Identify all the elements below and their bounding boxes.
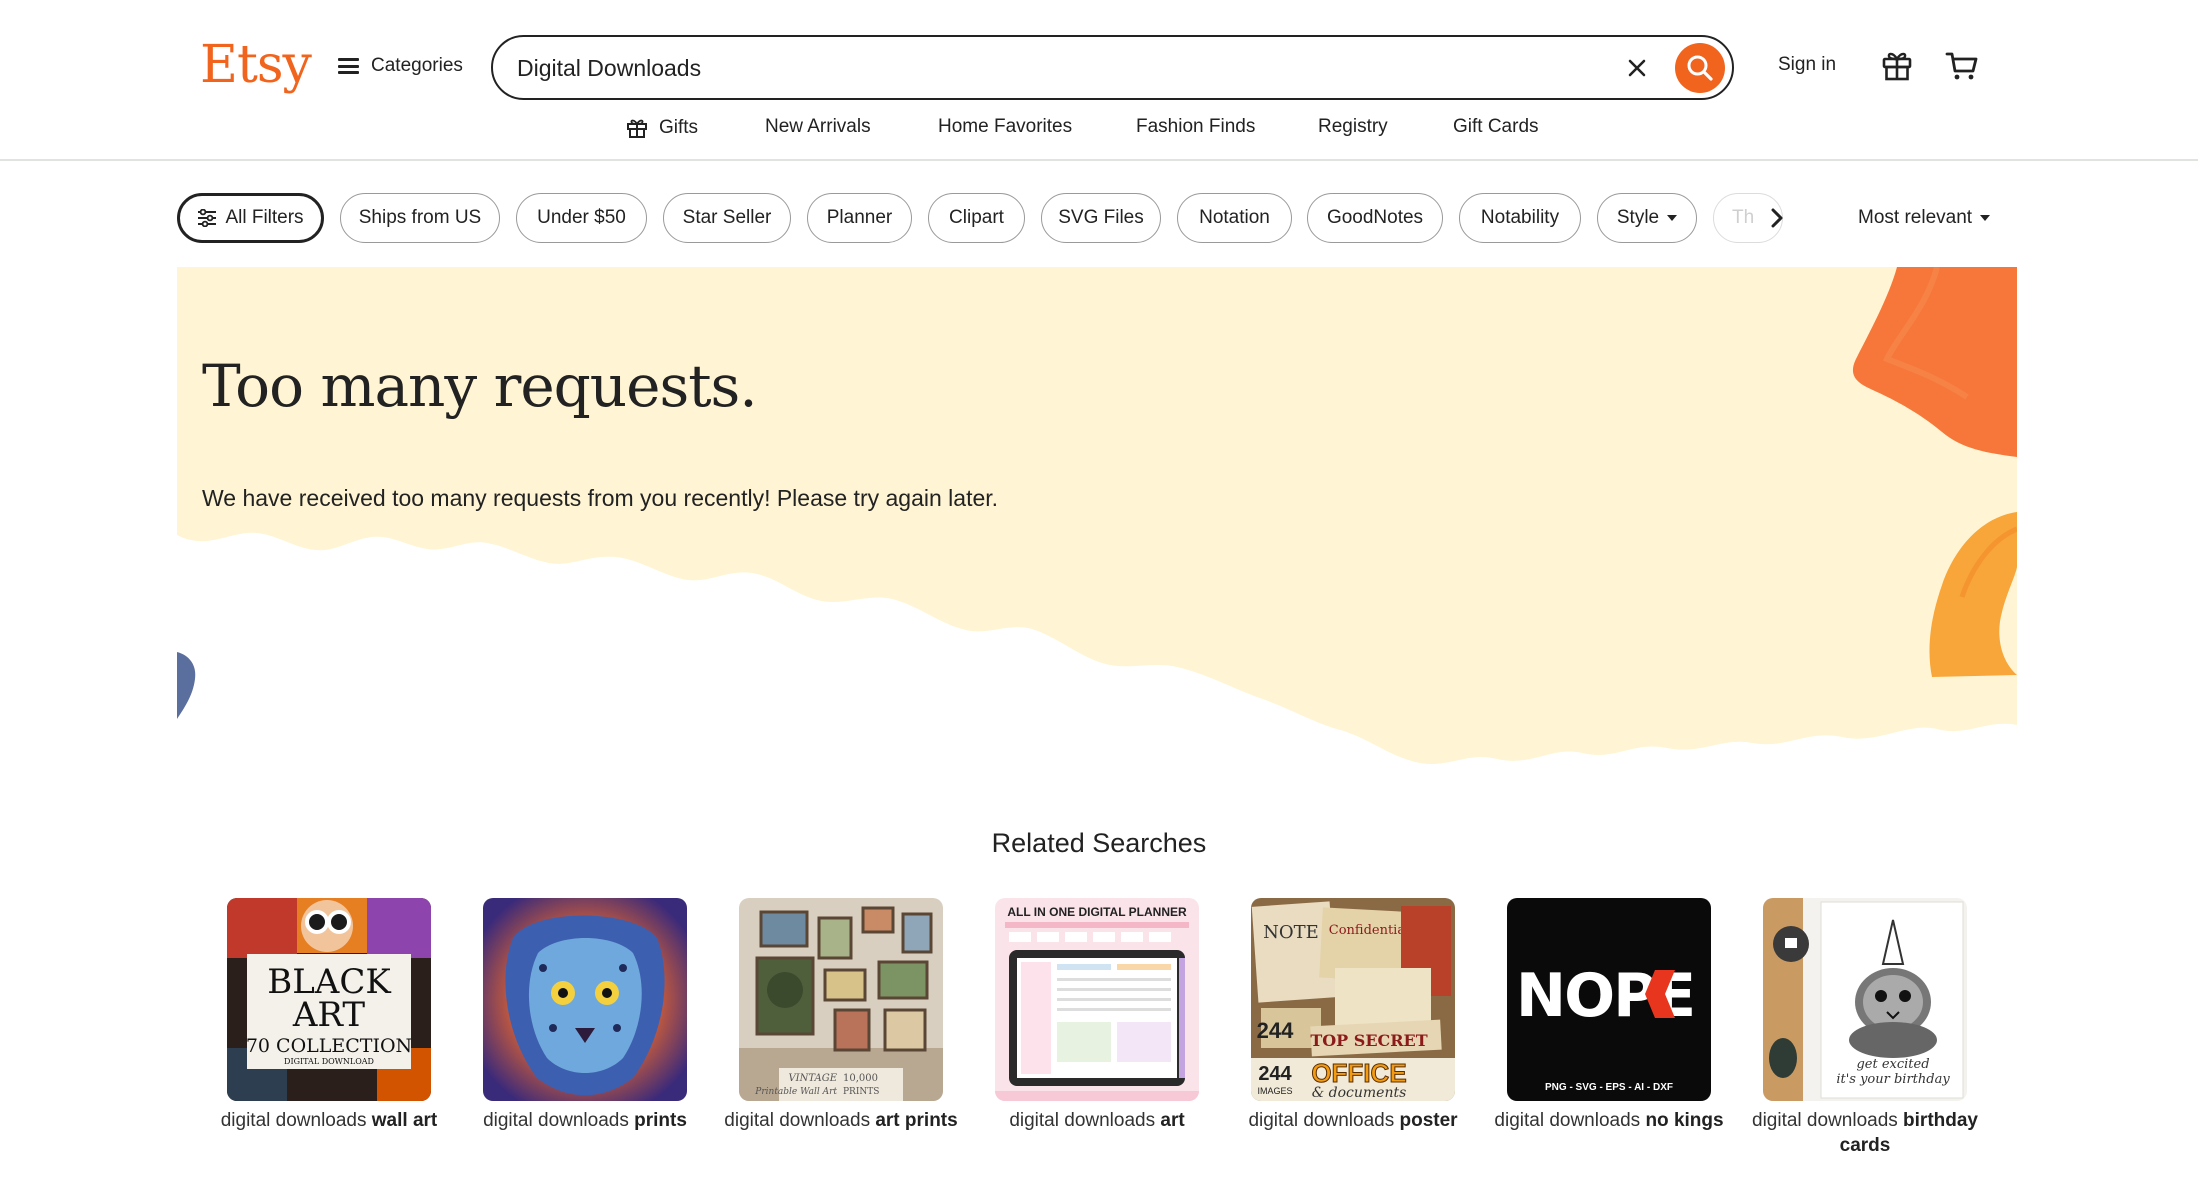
- sign-in-link[interactable]: Sign in: [1778, 54, 1836, 76]
- chip-notation[interactable]: Notation: [1177, 193, 1292, 243]
- nav-item-fashion-finds[interactable]: Fashion Finds: [1136, 116, 1255, 138]
- chip-style-label: Style: [1616, 207, 1660, 228]
- thumb-text: NOTE: [1263, 922, 1319, 943]
- thumbnail-image: NOTE Confidential 244 TOP SECRET 244 IMA…: [1251, 898, 1455, 1101]
- related-caption: digital downloads prints: [483, 1110, 687, 1131]
- chip-clipart[interactable]: Clipart: [928, 193, 1025, 243]
- filter-sliders-icon: [198, 209, 217, 227]
- chip-notability[interactable]: Notability: [1459, 193, 1581, 243]
- related-caption: digital downloads art prints: [724, 1110, 958, 1131]
- related-caption: digital downloads no kings: [1494, 1110, 1724, 1131]
- caret-down-icon: [1667, 215, 1678, 221]
- nav-item-registry[interactable]: Registry: [1318, 116, 1388, 138]
- thumb-text: Printable Wall Art: [754, 1087, 837, 1097]
- menu-icon: [338, 58, 359, 74]
- thumb-text: get excited: [1856, 1057, 1929, 1072]
- thumb-text: PRINTS: [843, 1087, 879, 1097]
- thumbnail-image: VINTAGE 10,000 Printable Wall Art PRINTS: [739, 898, 943, 1101]
- thumb-text: ALL IN ONE DIGITAL PLANNER: [1007, 905, 1187, 919]
- etsy-logo[interactable]: Etsy: [200, 30, 312, 100]
- thumbnail-image: NOPE PNG - SVG - EPS - AI - DXF: [1507, 898, 1711, 1101]
- nav-item-new-arrivals[interactable]: New Arrivals: [765, 116, 871, 138]
- nav-item-gifts[interactable]: Gifts: [625, 116, 698, 140]
- error-message: We have received too many requests from …: [202, 485, 999, 511]
- gift-icon: [627, 119, 647, 138]
- thumb-text: 70 COLLECTION: [246, 1035, 412, 1057]
- chevron-right-icon[interactable]: [1762, 203, 1792, 233]
- gift-icon[interactable]: [1880, 48, 1914, 82]
- thumb-text: ART: [292, 995, 366, 1035]
- sort-dropdown[interactable]: Most relevant: [1858, 207, 1991, 229]
- related-caption: digital downloads birthday cards: [1752, 1110, 1978, 1156]
- related-caption: digital downloads art: [1009, 1110, 1185, 1131]
- search-button[interactable]: [1675, 43, 1725, 93]
- sort-label: Most relevant: [1858, 207, 1973, 228]
- nav-item-gift-cards[interactable]: Gift Cards: [1453, 116, 1539, 138]
- cart-icon[interactable]: [1945, 50, 1979, 82]
- category-nav: Gifts New Arrivals Home Favorites Fashio…: [0, 112, 2198, 148]
- filter-bar: All Filters Ships from US Under $50 Star…: [0, 193, 2198, 243]
- chip-style-dropdown[interactable]: Style: [1597, 193, 1697, 243]
- caret-down-icon: [1980, 215, 1991, 221]
- thumb-text: it's your birthday: [1836, 1072, 1950, 1087]
- thumb-text: 244: [1257, 1018, 1294, 1043]
- thumb-text: 244: [1258, 1063, 1292, 1085]
- torn-paper-background: [177, 267, 2017, 765]
- search-icon: [1687, 55, 1713, 81]
- clear-search-icon[interactable]: [1623, 54, 1651, 82]
- thumb-text: IMAGES: [1257, 1086, 1292, 1096]
- thumb-text: 10,000: [843, 1073, 878, 1084]
- search-input[interactable]: [517, 49, 1597, 87]
- nav-item-home-favorites[interactable]: Home Favorites: [938, 116, 1072, 138]
- chip-under-50[interactable]: Under $50: [516, 193, 647, 243]
- chip-goodnotes[interactable]: GoodNotes: [1307, 193, 1443, 243]
- thumbnail-image: [483, 898, 687, 1101]
- thumb-text: PNG - SVG - EPS - AI - DXF: [1545, 1082, 1673, 1093]
- related-caption: digital downloads poster: [1248, 1110, 1458, 1131]
- categories-label: Categories: [371, 55, 463, 76]
- thumb-text: Confidential: [1329, 923, 1410, 938]
- thumbnail-image: get excited it's your birthday: [1763, 898, 1967, 1101]
- thumb-text: OFFICE: [1311, 1058, 1406, 1088]
- thumb-text: TOP SECRET: [1310, 1031, 1427, 1050]
- site-header: Etsy Categories Sign in: [0, 0, 2198, 161]
- related-caption: digital downloads wall art: [220, 1110, 438, 1131]
- categories-button[interactable]: Categories: [338, 48, 463, 84]
- chip-planner[interactable]: Planner: [807, 193, 912, 243]
- thumb-text: & documents: [1312, 1085, 1407, 1101]
- chip-svg-files[interactable]: SVG Files: [1041, 193, 1161, 243]
- thumb-text: VINTAGE: [788, 1073, 837, 1084]
- search-bar: [491, 35, 1734, 100]
- thumbnail-image: ALL IN ONE DIGITAL PLANNER: [995, 898, 1199, 1101]
- thumbnail-image: BLACK ART 70 COLLECTION DIGITAL DOWNLOAD: [227, 898, 431, 1101]
- thumb-text: DIGITAL DOWNLOAD: [284, 1057, 374, 1066]
- related-searches-title: Related Searches: [991, 828, 1207, 858]
- all-filters-label: All Filters: [225, 207, 304, 228]
- chip-star-seller[interactable]: Star Seller: [663, 193, 791, 243]
- related-searches-list: BLACK ART 70 COLLECTION DIGITAL DOWNLOAD…: [0, 898, 2198, 1168]
- nav-label: Gifts: [659, 117, 699, 138]
- chip-ships-from-us[interactable]: Ships from US: [340, 193, 500, 243]
- error-title: Too many requests.: [202, 352, 758, 420]
- error-banner: Too many requests. We have received too …: [177, 267, 2017, 777]
- all-filters-button[interactable]: All Filters: [177, 193, 324, 243]
